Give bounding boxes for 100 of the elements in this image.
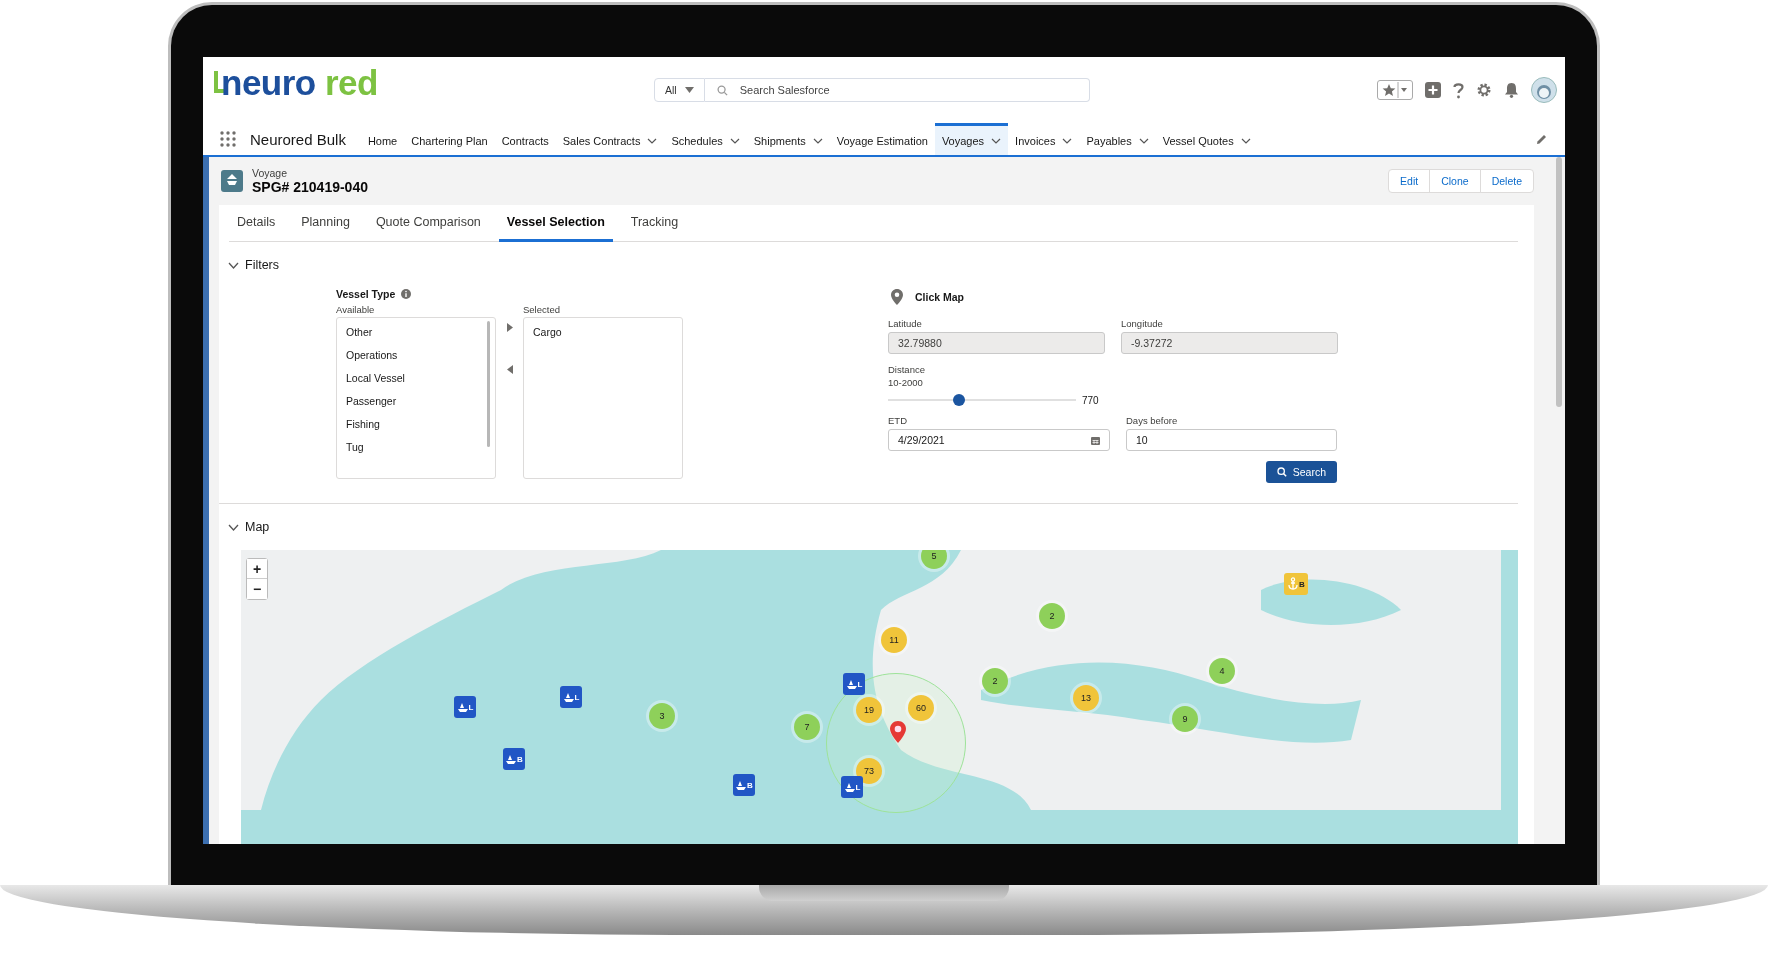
- record-tab[interactable]: Planning: [293, 205, 358, 242]
- search-box[interactable]: Search Salesforce: [704, 78, 1090, 102]
- location-pin-icon: [890, 721, 906, 743]
- marker-label: L: [574, 692, 580, 702]
- slider-value: 770: [1082, 394, 1099, 406]
- record-tab[interactable]: Tracking: [622, 205, 687, 242]
- search-icon[interactable]: [1276, 467, 1287, 477]
- vessel-marker[interactable]: L: [843, 673, 865, 695]
- search-field[interactable]: Search Salesforce: [737, 83, 1089, 97]
- list-option[interactable]: Cargo: [533, 326, 673, 338]
- slider-thumb[interactable]: [953, 394, 966, 406]
- nav-tab[interactable]: Vessel Quotes: [1155, 123, 1258, 155]
- chevron-icon[interactable]: [1240, 137, 1251, 144]
- nav-tab[interactable]: Contracts: [494, 123, 556, 155]
- field-label: Vessel Type: [336, 288, 396, 300]
- scrollbar[interactable]: [1556, 157, 1562, 407]
- ship-icon: [562, 691, 575, 703]
- nav-tab[interactable]: Voyage Estimation: [829, 123, 935, 155]
- cluster-marker[interactable]: 73: [856, 758, 882, 784]
- help-icon[interactable]: [1453, 81, 1464, 99]
- cluster-marker[interactable]: 3: [649, 703, 675, 729]
- avatar-icon[interactable]: [1531, 77, 1557, 103]
- etd-date-field[interactable]: 4/29/2021: [888, 429, 1110, 451]
- record-tab[interactable]: Vessel Selection: [498, 205, 613, 242]
- nav-tab[interactable]: Payables: [1079, 123, 1156, 155]
- port-marker[interactable]: B: [1284, 573, 1308, 595]
- ship-icon: [843, 781, 856, 793]
- settings-icon[interactable]: [1476, 82, 1492, 98]
- days-before-field[interactable]: 10: [1126, 429, 1337, 451]
- list-label: Available: [336, 304, 376, 315]
- record-action-button[interactable]: Delete: [1479, 169, 1534, 193]
- chevron-icon[interactable]: [1062, 137, 1073, 144]
- search-scope-dropdown[interactable]: All: [654, 78, 705, 102]
- ship-icon: [845, 678, 858, 690]
- map-background[interactable]: + − 5 11 2 2 19 60 3 7 73 13 4 9 L L B B L L B: [241, 550, 1518, 844]
- field-label: Distance: [888, 364, 926, 375]
- add-icon[interactable]: [1425, 82, 1441, 98]
- map-section-toggle[interactable]: Map: [228, 520, 270, 534]
- record-tab[interactable]: Details: [229, 205, 284, 242]
- list-option[interactable]: Operations: [346, 349, 478, 361]
- caret-icon[interactable]: [684, 87, 694, 93]
- nav-tab[interactable]: Schedules: [664, 123, 747, 155]
- list-option[interactable]: Tug: [346, 441, 478, 453]
- cluster-marker[interactable]: 7: [794, 714, 820, 740]
- vessel-marker[interactable]: B: [503, 748, 525, 770]
- list-label: Selected: [523, 304, 561, 315]
- notifications-icon[interactable]: [1504, 82, 1519, 98]
- scrollbar[interactable]: [487, 321, 490, 447]
- vessel-marker[interactable]: L: [841, 776, 863, 798]
- list-option[interactable]: Passenger: [346, 395, 478, 407]
- search-icon: [716, 84, 728, 96]
- edit-icon[interactable]: [1536, 133, 1547, 145]
- marker-label: B: [1299, 579, 1305, 589]
- chevron-icon[interactable]: [991, 137, 1002, 144]
- vessel-marker[interactable]: L: [560, 686, 582, 708]
- nav-tab[interactable]: Voyages: [934, 123, 1009, 155]
- ship-icon: [505, 753, 518, 765]
- chevron-icon[interactable]: [647, 137, 658, 144]
- location-pin-icon: [891, 289, 903, 305]
- chevron-icon[interactable]: [228, 523, 239, 531]
- chevron-icon[interactable]: [729, 137, 740, 144]
- nav-tab[interactable]: Invoices: [1008, 123, 1080, 155]
- nav-tab[interactable]: Shipments: [746, 123, 830, 155]
- move-right-icon[interactable]: [506, 323, 513, 332]
- nav-tab[interactable]: Home: [360, 123, 405, 155]
- calendar-icon[interactable]: [1091, 435, 1100, 445]
- list-option[interactable]: Fishing: [346, 418, 478, 430]
- list-option[interactable]: Other: [346, 326, 478, 338]
- search-button[interactable]: Search: [1265, 461, 1337, 483]
- cluster-marker[interactable]: 19: [856, 697, 882, 723]
- zoom-in-button[interactable]: +: [247, 559, 267, 579]
- record-action-button[interactable]: Clone: [1429, 169, 1481, 193]
- chevron-icon[interactable]: [228, 261, 239, 269]
- info-icon: [401, 289, 412, 299]
- chevron-icon[interactable]: [1138, 137, 1149, 144]
- marker-label: B: [517, 754, 523, 764]
- voyage-record-icon: [221, 170, 243, 192]
- cluster-marker[interactable]: 5: [921, 550, 947, 569]
- marker-label: L: [468, 702, 474, 712]
- ship-icon: [456, 701, 469, 713]
- nav-tab[interactable]: Sales Contracts: [555, 123, 665, 155]
- vessel-marker[interactable]: L: [454, 696, 476, 718]
- list-option[interactable]: Local Vessel: [346, 372, 478, 384]
- company-logo: neuro red: [221, 63, 378, 103]
- field-label: Longitude: [1121, 318, 1164, 329]
- field-label: Days before: [1126, 415, 1179, 426]
- nav-tab[interactable]: Chartering Plan: [404, 123, 495, 155]
- marker-label: L: [855, 782, 861, 792]
- ship-icon: [735, 779, 748, 791]
- record-tab[interactable]: Quote Comparison: [367, 205, 489, 242]
- vessel-marker[interactable]: B: [733, 774, 755, 796]
- record-action-button[interactable]: Edit: [1388, 169, 1431, 193]
- click-map-label: Click Map: [915, 291, 964, 303]
- chevron-icon[interactable]: [812, 137, 823, 144]
- filters-section-toggle[interactable]: Filters: [228, 258, 280, 272]
- field-label: ETD: [888, 415, 908, 426]
- app-launcher-icon[interactable]: [220, 131, 236, 147]
- app-name: Neurored Bulk: [250, 130, 346, 148]
- range-hint: 10-2000: [888, 377, 924, 388]
- move-left-icon[interactable]: [506, 365, 513, 374]
